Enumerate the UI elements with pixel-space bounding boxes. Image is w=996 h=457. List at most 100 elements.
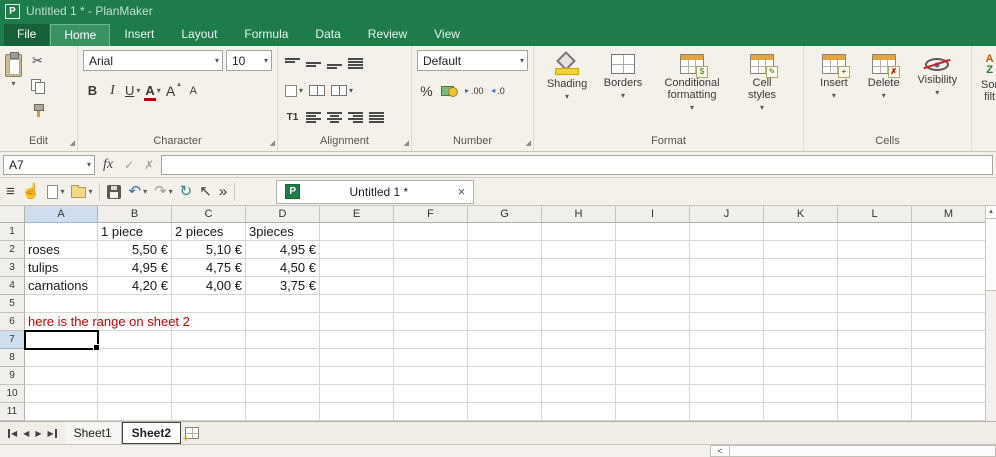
cell-m11[interactable] <box>912 403 986 421</box>
cell-i3[interactable] <box>616 259 690 277</box>
cell-f3[interactable] <box>394 259 468 277</box>
cell-m1[interactable] <box>912 223 986 241</box>
cell-a6[interactable]: here is the range on sheet 2 <box>25 313 98 331</box>
column-header-j[interactable]: J <box>690 206 764 223</box>
cell-m9[interactable] <box>912 367 986 385</box>
cell-i6[interactable] <box>616 313 690 331</box>
cell-l6[interactable] <box>838 313 912 331</box>
select-all-corner[interactable] <box>0 206 25 223</box>
cell-l5[interactable] <box>838 295 912 313</box>
cell-m6[interactable] <box>912 313 986 331</box>
cell-k4[interactable] <box>764 277 838 295</box>
cell-b2[interactable]: 5,50 € <box>98 241 172 259</box>
cell-m8[interactable] <box>912 349 986 367</box>
cell-a8[interactable] <box>25 349 98 367</box>
cell-l1[interactable] <box>838 223 912 241</box>
currency-format-button[interactable] <box>439 80 460 101</box>
cell-j5[interactable] <box>690 295 764 313</box>
row-header-4[interactable]: 4 <box>0 277 25 295</box>
cell-b5[interactable] <box>98 295 172 313</box>
cell-f9[interactable] <box>394 367 468 385</box>
column-header-d[interactable]: D <box>246 206 320 223</box>
row-header-5[interactable]: 5 <box>0 295 25 313</box>
cell-h5[interactable] <box>542 295 616 313</box>
format-painter-button[interactable] <box>28 100 47 121</box>
cell-k6[interactable] <box>764 313 838 331</box>
cell-c7[interactable] <box>172 331 246 349</box>
cell-i5[interactable] <box>616 295 690 313</box>
tab-layout[interactable]: Layout <box>168 24 230 46</box>
object-mode-button[interactable]: ↖ <box>199 184 212 199</box>
cell-a10[interactable] <box>25 385 98 403</box>
cell-h10[interactable] <box>542 385 616 403</box>
cell-a1[interactable] <box>25 223 98 241</box>
row-header-8[interactable]: 8 <box>0 349 25 367</box>
cell-i2[interactable] <box>616 241 690 259</box>
cell-l4[interactable] <box>838 277 912 295</box>
font-name-select[interactable]: Arial ▾ <box>83 50 223 71</box>
cell-l11[interactable] <box>838 403 912 421</box>
cell-l2[interactable] <box>838 241 912 259</box>
confirm-entry-button[interactable]: ✓ <box>121 158 137 172</box>
cell-c4[interactable]: 4,00 € <box>172 277 246 295</box>
font-color-button[interactable]: A ▾ <box>143 80 162 101</box>
row-header-9[interactable]: 9 <box>0 367 25 385</box>
cell-a2[interactable]: roses <box>25 241 98 259</box>
cell-h11[interactable] <box>542 403 616 421</box>
cell-d6[interactable] <box>246 313 320 331</box>
cell-c10[interactable] <box>172 385 246 403</box>
cell-e9[interactable] <box>320 367 394 385</box>
tab-file[interactable]: File <box>4 24 49 46</box>
cell-f6[interactable] <box>394 313 468 331</box>
cell-h4[interactable] <box>542 277 616 295</box>
alignment-dialog-launcher-icon[interactable]: ◢ <box>404 139 409 147</box>
paste-button[interactable]: ▾ <box>5 50 22 133</box>
cell-i1[interactable] <box>616 223 690 241</box>
percent-format-button[interactable]: % <box>417 80 436 101</box>
cell-j9[interactable] <box>690 367 764 385</box>
cell-g2[interactable] <box>468 241 542 259</box>
formula-input[interactable] <box>161 155 993 175</box>
column-header-k[interactable]: K <box>764 206 838 223</box>
cell-f8[interactable] <box>394 349 468 367</box>
row-header-2[interactable]: 2 <box>0 241 25 259</box>
cell-m5[interactable] <box>912 295 986 313</box>
cell-k10[interactable] <box>764 385 838 403</box>
copy-button[interactable] <box>28 75 47 96</box>
cell-d1[interactable]: 3pieces <box>246 223 320 241</box>
cell-a4[interactable]: carnations <box>25 277 98 295</box>
underline-button[interactable]: U ▾ <box>123 80 142 101</box>
cell-j7[interactable] <box>690 331 764 349</box>
tab-view[interactable]: View <box>421 24 473 46</box>
vertical-scrollbar-thumb[interactable] <box>986 219 996 291</box>
justify-button[interactable] <box>367 107 386 128</box>
cell-e2[interactable] <box>320 241 394 259</box>
cell-g1[interactable] <box>468 223 542 241</box>
sort-filter-button[interactable]: A Z Sor filt <box>977 50 996 103</box>
cell-h2[interactable] <box>542 241 616 259</box>
cell-a3[interactable]: tulips <box>25 259 98 277</box>
tab-insert[interactable]: Insert <box>111 24 167 46</box>
cell-e10[interactable] <box>320 385 394 403</box>
cell-e5[interactable] <box>320 295 394 313</box>
cell-g6[interactable] <box>468 313 542 331</box>
column-header-f[interactable]: F <box>394 206 468 223</box>
cell-d10[interactable] <box>246 385 320 403</box>
document-tab[interactable]: P Untitled 1 * × <box>276 180 474 204</box>
cell-l10[interactable] <box>838 385 912 403</box>
row-header-7[interactable]: 7 <box>0 331 25 349</box>
cell-b8[interactable] <box>98 349 172 367</box>
cell-c11[interactable] <box>172 403 246 421</box>
cell-a9[interactable] <box>25 367 98 385</box>
cell-j3[interactable] <box>690 259 764 277</box>
column-header-i[interactable]: I <box>616 206 690 223</box>
row-header-11[interactable]: 11 <box>0 403 25 421</box>
cell-styles-button[interactable]: ✎ Cell styles ▾ <box>733 50 791 112</box>
cell-f4[interactable] <box>394 277 468 295</box>
shading-button[interactable]: Shading ▾ <box>539 50 595 101</box>
cell-i8[interactable] <box>616 349 690 367</box>
wrap-text-button[interactable]: T1 <box>283 107 302 128</box>
horizontal-scrollbar-thumb[interactable] <box>730 445 996 457</box>
cell-j6[interactable] <box>690 313 764 331</box>
cell-d8[interactable] <box>246 349 320 367</box>
